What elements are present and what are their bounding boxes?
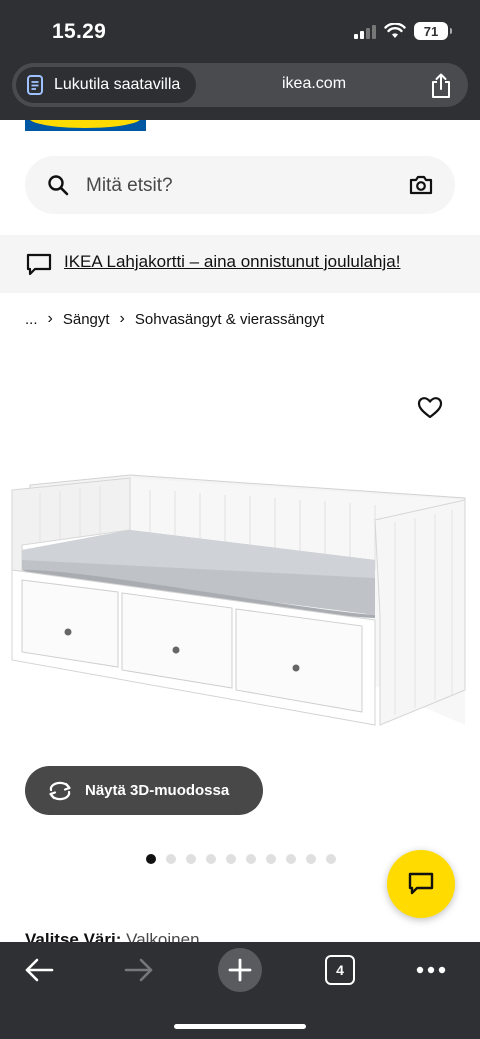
search-icon — [48, 175, 69, 196]
search-bar[interactable] — [25, 156, 455, 214]
carousel-dot[interactable] — [306, 854, 316, 864]
carousel-dot[interactable] — [326, 854, 336, 864]
plus-icon — [228, 958, 252, 982]
ikea-logo[interactable] — [25, 120, 146, 131]
carousel-dot[interactable] — [206, 854, 216, 864]
carousel-dot[interactable] — [226, 854, 236, 864]
status-time: 15.29 — [52, 20, 107, 43]
chevron-right-icon: › — [47, 310, 53, 327]
chat-button[interactable] — [387, 850, 455, 918]
reader-mode-button[interactable]: Lukutila saatavilla — [16, 67, 197, 103]
view-3d-label: Näytä 3D-muodossa — [85, 782, 230, 799]
chat-bubble-icon — [26, 253, 52, 276]
reader-icon — [27, 75, 43, 95]
carousel-dot[interactable] — [286, 854, 296, 864]
promo-link[interactable]: IKEA Lahjakortti – aina onnistunut joulu… — [64, 252, 400, 272]
search-input[interactable] — [84, 164, 388, 208]
address-bar[interactable]: Lukutila saatavilla ikea.com — [12, 63, 468, 107]
chat-icon — [408, 872, 434, 895]
share-icon[interactable] — [430, 73, 452, 99]
heart-icon[interactable] — [417, 396, 443, 420]
carousel-dot[interactable] — [246, 854, 256, 864]
chevron-right-icon: › — [119, 310, 125, 327]
camera-search-icon[interactable] — [409, 174, 433, 196]
breadcrumb-ellipsis[interactable]: ... — [25, 311, 38, 328]
promo-banner[interactable]: IKEA Lahjakortti – aina onnistunut joulu… — [0, 235, 480, 293]
carousel-dot[interactable] — [266, 854, 276, 864]
url-domain[interactable]: ikea.com — [282, 75, 346, 93]
view-3d-button[interactable]: Näytä 3D-muodossa — [25, 766, 263, 815]
reader-mode-label: Lukutila saatavilla — [54, 76, 181, 93]
breadcrumb-item-sofa-beds[interactable]: Sohvasängyt & vierassängyt — [135, 311, 324, 328]
carousel-dot[interactable] — [146, 854, 156, 864]
back-arrow-icon[interactable] — [24, 958, 54, 982]
new-tab-button[interactable] — [218, 948, 262, 992]
rotate-3d-icon — [49, 781, 71, 800]
home-indicator — [174, 1024, 306, 1029]
status-icons: 71 — [354, 22, 452, 40]
signal-icon — [354, 23, 376, 39]
browser-top-bar: 15.29 71 Lukutila saatavilla ikea.com — [0, 0, 480, 120]
breadcrumb-item-beds[interactable]: Sängyt — [63, 311, 110, 328]
carousel-dot[interactable] — [186, 854, 196, 864]
battery-icon: 71 — [414, 22, 452, 40]
forward-arrow-icon[interactable] — [124, 958, 154, 982]
more-options-icon[interactable] — [416, 966, 446, 974]
wifi-icon — [384, 23, 406, 38]
carousel-dot[interactable] — [166, 854, 176, 864]
tabs-button[interactable]: 4 — [325, 955, 355, 985]
product-image[interactable] — [0, 460, 480, 740]
breadcrumb: ... › Sängyt › Sohvasängyt & vierassängy… — [25, 310, 324, 328]
carousel-indicator — [146, 854, 336, 864]
